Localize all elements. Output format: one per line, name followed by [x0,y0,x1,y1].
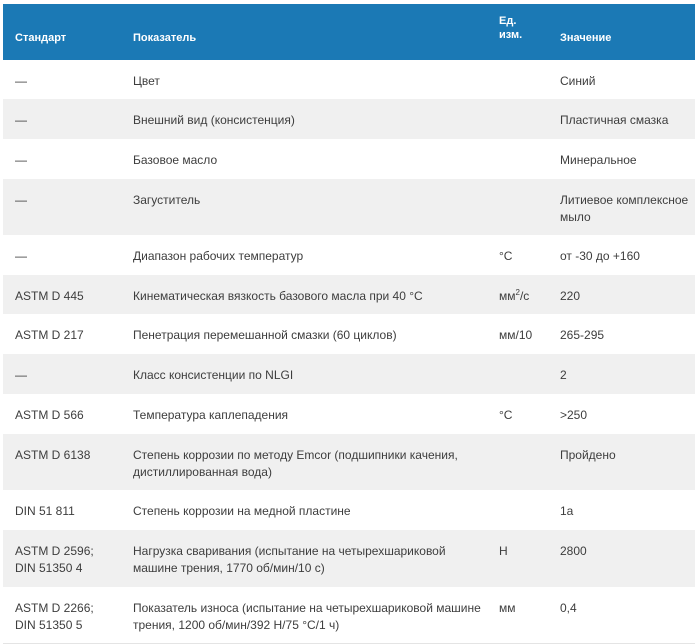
table-row: — Цвет Синий [3,60,695,99]
cell-unit [487,179,548,235]
table-body: — Цвет Синий — Внешний вид (консистенция… [3,60,695,643]
cell-indicator: Кинематическая вязкость базового масла п… [133,289,423,303]
table-row: ASTM D 217 Пенетрация перемешанной смазк… [3,314,695,354]
table-row: ASTM D 566 Температура каплепадения °C >… [3,394,695,434]
cell-standard: — [15,249,27,263]
cell-indicator: Диапазон рабочих температур [133,249,304,263]
cell-unit [487,139,548,179]
cell-standard: — [15,193,27,207]
cell-value: >250 [560,408,588,422]
cell-unit: мм/10 [499,328,533,342]
cell-standard: — [15,368,27,382]
unit-tail: /с [519,289,530,303]
cell-value: Пластичная смазка [560,113,669,127]
cell-unit [487,354,548,394]
table-row: ASTM D 445 Кинематическая вязкость базов… [3,275,695,314]
cell-indicator: Базовое масло [133,153,218,167]
cell-indicator: Степень коррозии по методу Emcor (подшип… [133,448,458,479]
cell-standard: DIN 51 811 [15,504,75,518]
table-row: — Класс консистенции по NLGI 2 [3,354,695,394]
cell-standard: — [15,153,27,167]
cell-unit: °C [499,408,513,422]
table-row: ASTM D 2266; DIN 51350 5 Показатель изно… [3,587,695,643]
header-unit-line1: Ед. [499,15,517,27]
cell-value: 265-295 [560,328,605,342]
table-row: — Внешний вид (консистенция) Пластичная … [3,99,695,139]
cell-indicator: Цвет [133,74,160,88]
header-value: Значение [560,32,612,44]
header-standard: Стандарт [15,32,67,44]
table-row: ASTM D 2596; DIN 51350 4 Нагрузка сварив… [3,530,695,587]
cell-standard: — [15,74,27,88]
table-row: ASTM D 6138 Степень коррозии по методу E… [3,434,695,490]
cell-unit: мм2/с [487,275,548,314]
table-header: Стандарт Показатель Ед. изм. Значение [3,4,695,60]
cell-unit [487,60,548,99]
spec-table: Стандарт Показатель Ед. изм. Значение — … [3,4,695,644]
cell-indicator: Загуститель [133,193,201,207]
table-row: — Диапазон рабочих температур °C от -30 … [3,235,695,275]
cell-unit [487,99,548,139]
cell-value: 2800 [560,544,587,558]
header-indicator: Показатель [133,32,197,44]
cell-value: Пройдено [560,448,616,462]
cell-standard: — [15,113,27,127]
cell-standard: ASTM D 6138 [15,448,91,462]
cell-value: Литиевое комплексное мыло [560,193,689,224]
cell-indicator: Класс консистенции по NLGI [133,368,294,382]
cell-value: 1а [560,504,574,518]
cell-standard: ASTM D 217 [15,328,84,342]
table-row: — Базовое масло Минеральное [3,139,695,179]
cell-unit [487,490,548,530]
cell-standard: ASTM D 2266; DIN 51350 5 [15,601,94,632]
cell-unit: мм [499,601,516,615]
cell-unit: °C [499,249,513,263]
cell-indicator: Степень коррозии на медной пластине [133,504,351,518]
header-row: Стандарт Показатель Ед. изм. Значение [3,4,695,60]
cell-value: 220 [560,289,581,303]
cell-indicator: Температура каплепадения [133,408,289,422]
header-unit: Ед. изм. [487,4,548,60]
header-unit-line2: изм. [499,29,523,41]
unit-base: мм [499,289,516,303]
cell-indicator: Показатель износа (испытание на четырехш… [133,601,481,632]
cell-indicator: Нагрузка сваривания (испытание на четыре… [133,544,446,575]
cell-value: 0,4 [560,601,577,615]
table-row: — Загуститель Литиевое комплексное мыло [3,179,695,235]
cell-indicator: Внешний вид (консистенция) [133,113,295,127]
cell-standard: ASTM D 566 [15,408,84,422]
cell-standard: ASTM D 2596; DIN 51350 4 [15,544,94,575]
cell-value: от -30 до +160 [560,249,640,263]
cell-value: 2 [560,368,567,382]
cell-value: Минеральное [560,153,637,167]
cell-value: Синий [560,74,596,88]
cell-unit [487,434,548,490]
table-row: DIN 51 811 Степень коррозии на медной пл… [3,490,695,530]
spec-table-container: Стандарт Показатель Ед. изм. Значение — … [3,4,695,644]
cell-standard: ASTM D 445 [15,289,84,303]
cell-unit: Н [499,544,508,558]
cell-indicator: Пенетрация перемешанной смазки (60 цикло… [133,328,397,342]
